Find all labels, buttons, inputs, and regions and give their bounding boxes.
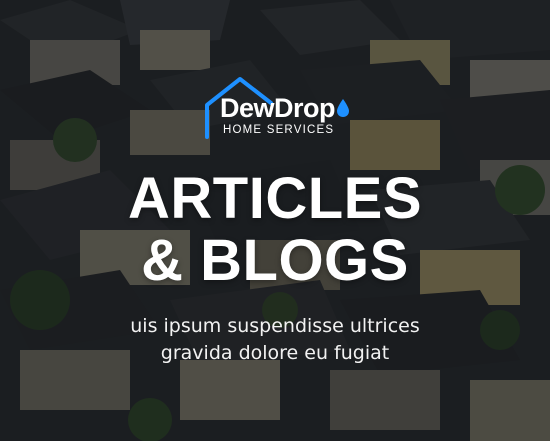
page-subtitle-line-1: uis ipsum suspendisse ultrices: [130, 315, 420, 337]
page-title-line-2: & BLOGS: [141, 228, 409, 293]
page-title: ARTICLES & BLOGS: [0, 168, 550, 292]
hero-content: DewDrop HOME SERVICES ARTICLES & BLOGS u…: [0, 0, 550, 441]
logo-tagline: HOME SERVICES: [223, 124, 335, 136]
hero-banner: DewDrop HOME SERVICES ARTICLES & BLOGS u…: [0, 0, 550, 441]
dewdrop-logo[interactable]: DewDrop HOME SERVICES: [193, 75, 363, 145]
page-title-line-1: ARTICLES: [128, 166, 422, 231]
page-subtitle: uis ipsum suspendisse ultrices gravida d…: [0, 313, 550, 367]
logo-brand-part2: Drop: [274, 93, 336, 123]
page-subtitle-line-2: gravida dolore eu fugiat: [160, 342, 390, 364]
logo-brand-name: DewDrop: [220, 93, 360, 123]
logo-brand-part1: Dew: [220, 93, 275, 123]
